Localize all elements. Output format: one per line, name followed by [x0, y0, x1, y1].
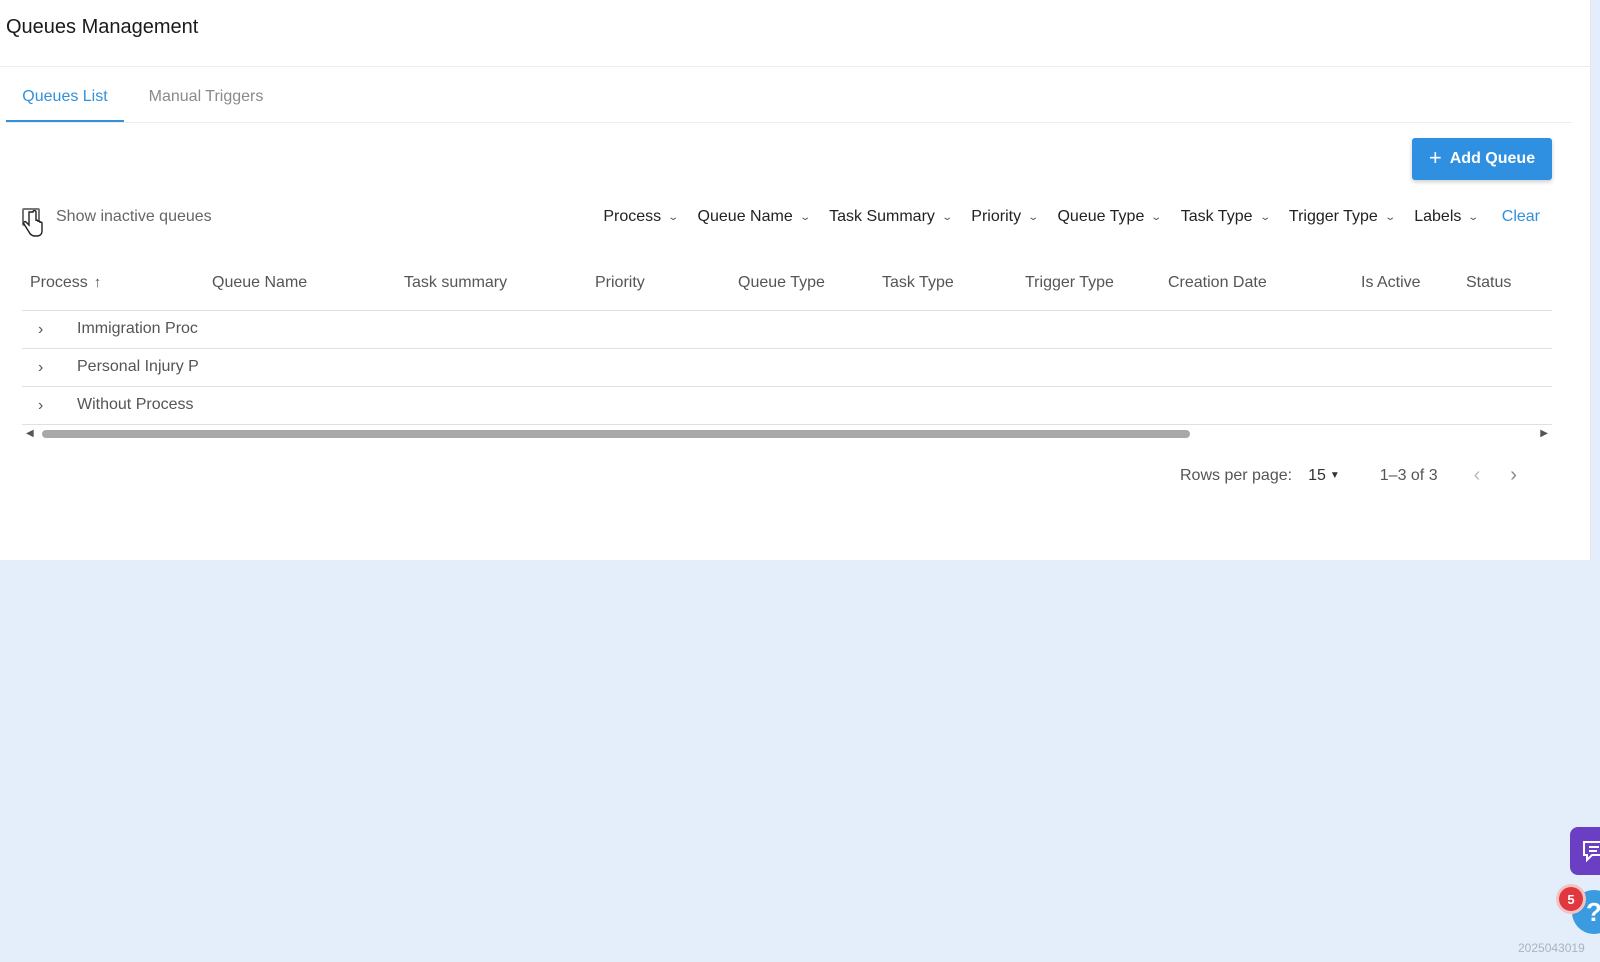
chevron-down-icon: ⌄	[1150, 211, 1163, 223]
filter-trigger-type[interactable]: Trigger Type ⌄	[1288, 208, 1396, 226]
queues-table: Process ↑ Queue Name Task summary Priorit…	[22, 258, 1552, 425]
tab-queues-list[interactable]: Queues List	[6, 84, 124, 122]
filter-labels-label: Labels	[1414, 208, 1462, 225]
chevron-down-icon: ⌄	[1258, 211, 1271, 223]
column-header-creation-date[interactable]: Creation Date	[1168, 274, 1267, 292]
chevron-right-icon[interactable]: ›	[38, 321, 43, 339]
chevron-down-icon: ⌄	[941, 211, 953, 223]
filter-task-type-label: Task Type	[1180, 208, 1253, 225]
plus-icon: +	[1428, 145, 1442, 170]
column-header-priority[interactable]: Priority	[595, 274, 645, 292]
notification-badge: 5	[1559, 887, 1583, 911]
watermark: 2025043019	[1518, 941, 1585, 955]
show-inactive-toggle: Show inactive queues	[22, 208, 212, 226]
chevron-down-icon: ⌄	[1027, 211, 1040, 223]
page-title: Queues Management	[6, 16, 199, 38]
chevron-down-icon: ⌄	[1384, 211, 1396, 223]
scrollbar-thumb[interactable]	[42, 430, 1190, 438]
table-row[interactable]: › Personal Injury P	[22, 349, 1552, 387]
filter-queue-name-label: Queue Name	[697, 208, 793, 225]
table-row[interactable]: › Immigration Proc	[22, 311, 1552, 349]
clear-filters-link[interactable]: Clear	[1502, 208, 1540, 226]
pagination-range: 1–3 of 3	[1379, 466, 1438, 484]
chevron-right-icon[interactable]: ›	[38, 397, 43, 415]
column-header-queue-name[interactable]: Queue Name	[212, 274, 307, 292]
arrow-up-icon: ↑	[93, 274, 102, 291]
rows-per-page-label: Rows per page:	[1180, 466, 1293, 484]
chevron-right-icon[interactable]: ›	[1510, 464, 1517, 487]
column-header-queue-type[interactable]: Queue Type	[738, 274, 825, 292]
show-inactive-label: Show inactive queues	[56, 208, 212, 225]
chevron-left-icon[interactable]: ‹	[1474, 464, 1481, 487]
filter-process-label: Process	[603, 208, 662, 225]
add-queue-label: Add Queue	[1449, 150, 1536, 167]
column-header-task-summary[interactable]: Task summary	[404, 274, 507, 292]
row-group-label: Immigration Proc	[77, 320, 198, 337]
filter-queue-type-label: Queue Type	[1057, 208, 1145, 225]
chevron-right-icon[interactable]: ›	[38, 359, 43, 377]
chevron-down-icon: ⌄	[799, 211, 811, 223]
filter-priority-label: Priority	[971, 208, 1022, 225]
chat-widget-button[interactable]	[1570, 827, 1600, 875]
scroll-left-icon[interactable]: ◀	[26, 428, 34, 439]
column-header-label: Process	[30, 274, 88, 291]
column-header-trigger-type[interactable]: Trigger Type	[1025, 274, 1114, 292]
pagination: Rows per page: 15 ▼ 1–3 of 3 ‹ ›	[1180, 464, 1517, 487]
rows-per-page-select[interactable]: 15 ▼	[1308, 467, 1340, 485]
filter-task-summary-label: Task Summary	[829, 208, 935, 225]
column-header-status[interactable]: Status	[1466, 274, 1511, 292]
row-group-label: Personal Injury P	[77, 358, 199, 375]
help-icon: ?	[1586, 897, 1600, 928]
queues-card: Queues Management Queues List Manual Tri…	[0, 0, 1591, 560]
column-header-is-active[interactable]: Is Active	[1361, 274, 1421, 292]
tab-manual-triggers[interactable]: Manual Triggers	[134, 84, 278, 122]
filter-queue-type[interactable]: Queue Type ⌄	[1057, 208, 1163, 226]
chevron-down-icon: ⌄	[1467, 211, 1480, 223]
caret-down-icon: ▼	[1329, 470, 1340, 481]
scroll-right-icon[interactable]: ▶	[1540, 428, 1548, 439]
filter-task-type[interactable]: Task Type ⌄	[1180, 208, 1271, 226]
filter-task-summary[interactable]: Task Summary ⌄	[829, 208, 953, 226]
divider	[6, 122, 1572, 123]
table-row[interactable]: › Without Process	[22, 387, 1552, 425]
rows-per-page-value: 15	[1308, 466, 1326, 484]
table-header: Process ↑ Queue Name Task summary Priorit…	[22, 258, 1552, 311]
filter-queue-name[interactable]: Queue Name ⌄	[697, 208, 811, 226]
filter-labels[interactable]: Labels ⌄	[1414, 208, 1480, 226]
chevron-down-icon: ⌄	[667, 211, 680, 223]
filter-bar: Process ⌄ Queue Name ⌄ Task Summary ⌄ Prior…	[603, 208, 1540, 226]
row-group-label: Without Process	[77, 396, 194, 413]
filter-process[interactable]: Process ⌄	[603, 208, 680, 226]
filter-priority[interactable]: Priority ⌄	[971, 208, 1040, 226]
divider	[0, 66, 1590, 67]
horizontal-scrollbar[interactable]: ◀ ▶	[22, 428, 1552, 440]
add-queue-button[interactable]: + Add Queue	[1412, 138, 1552, 180]
column-header-task-type[interactable]: Task Type	[882, 274, 954, 292]
chat-icon	[1583, 841, 1600, 863]
column-header-process[interactable]: Process ↑	[30, 274, 101, 292]
hand-pointer-icon	[23, 210, 43, 237]
filter-trigger-type-label: Trigger Type	[1288, 208, 1378, 225]
